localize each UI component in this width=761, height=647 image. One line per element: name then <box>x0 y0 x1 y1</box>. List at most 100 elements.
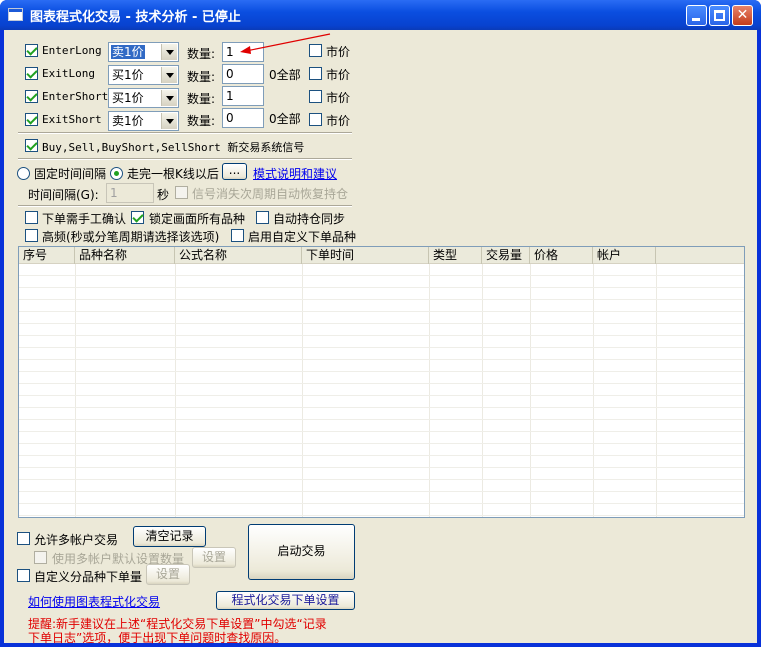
table-grid-hline <box>19 383 744 384</box>
column-header-order-time[interactable]: 下单时间 <box>302 247 429 264</box>
mode-help-link[interactable]: 模式说明和建议 <box>253 165 337 182</box>
table-grid-hline <box>19 407 744 408</box>
new-signal-checkbox[interactable] <box>25 139 38 152</box>
table-grid-hline <box>19 395 744 396</box>
table-grid-hline <box>19 419 744 420</box>
minimize-button[interactable] <box>686 5 707 26</box>
exitlong-market-checkbox[interactable] <box>309 67 322 80</box>
table-grid-hline <box>19 299 744 300</box>
table-body[interactable] <box>19 264 744 517</box>
window-title: 图表程式化交易 - 技术分析 - 已停止 <box>30 10 241 25</box>
exitshort-all-label: 0全部 <box>269 112 301 126</box>
lock-all-label: 锁定画面所有品种 <box>149 212 246 226</box>
ellipsis-button[interactable]: ... <box>222 163 247 180</box>
enterlong-price-value: 卖1价 <box>111 45 145 59</box>
exitlong-price-value: 买1价 <box>112 68 144 82</box>
table-grid-hline <box>19 275 744 276</box>
entershort-price-select[interactable]: 买1价 <box>108 88 179 108</box>
table-grid-hline <box>19 347 744 348</box>
exitshort-qty-input[interactable]: 0 <box>222 108 264 128</box>
column-header-volume[interactable]: 交易量 <box>482 247 530 264</box>
table-grid-hline <box>19 371 744 372</box>
auto-sync-checkbox[interactable] <box>256 211 269 224</box>
exitlong-qty-input[interactable]: 0 <box>222 64 264 84</box>
manual-confirm-checkbox[interactable] <box>25 211 38 224</box>
table-grid-hline <box>19 359 744 360</box>
multi-account-checkbox[interactable] <box>17 532 30 545</box>
new-signal-label: Buy,Sell,BuyShort,SellShort 新交易系统信号 <box>42 141 305 154</box>
table-grid-hline <box>19 455 744 456</box>
close-icon: ✕ <box>736 7 749 23</box>
use-default-qty-checkbox[interactable] <box>34 551 47 564</box>
divider <box>18 132 352 134</box>
enterlong-label: EnterLong <box>42 44 102 57</box>
column-header-symbol[interactable]: 品种名称 <box>75 247 175 264</box>
exitshort-label: ExitShort <box>42 113 102 126</box>
order-settings-button[interactable]: 程式化交易下单设置 <box>216 591 355 610</box>
table-grid-hline <box>19 515 744 516</box>
multi-account-label: 允许多帐户交易 <box>34 533 119 547</box>
enterlong-qty-label: 数量: <box>187 47 216 61</box>
custom-qty-checkbox[interactable] <box>17 569 30 582</box>
interval-input[interactable]: 1 <box>106 183 154 203</box>
app-window: 图表程式化交易 - 技术分析 - 已停止 ✕ EnterLong 卖1价 数量:… <box>0 0 761 647</box>
fixed-interval-label: 固定时间间隔 <box>34 167 107 181</box>
close-button[interactable]: ✕ <box>732 5 753 26</box>
maximize-icon <box>714 10 725 21</box>
title-bar[interactable]: 图表程式化交易 - 技术分析 - 已停止 ✕ <box>0 0 761 30</box>
column-header-price[interactable]: 价格 <box>530 247 593 264</box>
column-header-account[interactable]: 帐户 <box>593 247 656 264</box>
tip-text-line-2: 下单日志”选项，便于出现下单问题时查找原因。 <box>28 631 287 645</box>
exitlong-price-select[interactable]: 买1价 <box>108 65 179 85</box>
chevron-down-icon[interactable] <box>161 67 177 83</box>
minimize-icon <box>692 18 700 21</box>
start-trading-button[interactable]: 启动交易 <box>248 524 355 580</box>
entershort-checkbox[interactable] <box>25 90 38 103</box>
chevron-down-icon[interactable] <box>161 44 177 60</box>
clear-records-button[interactable]: 清空记录 <box>133 526 206 547</box>
interval-label: 时间间隔(G): <box>28 188 99 202</box>
high-freq-checkbox[interactable] <box>25 229 38 242</box>
exitshort-price-select[interactable]: 卖1价 <box>108 111 179 131</box>
chevron-down-icon[interactable] <box>161 90 177 106</box>
order-log-table[interactable]: 序号 品种名称 公式名称 下单时间 类型 交易量 价格 帐户 <box>18 246 745 518</box>
after-kline-radio[interactable] <box>110 167 123 180</box>
seconds-label: 秒 <box>157 188 170 202</box>
custom-qty-label: 自定义分品种下单量 <box>34 570 143 584</box>
annotation-arrow-icon <box>240 33 331 54</box>
after-kline-label: 走完一根K线以后 <box>127 167 219 181</box>
column-header-formula[interactable]: 公式名称 <box>175 247 302 264</box>
divider <box>18 158 352 160</box>
exitshort-market-checkbox[interactable] <box>309 113 322 126</box>
exitlong-checkbox[interactable] <box>25 67 38 80</box>
chevron-down-icon[interactable] <box>161 113 177 129</box>
custom-symbol-checkbox[interactable] <box>231 229 244 242</box>
enterlong-checkbox[interactable] <box>25 44 38 57</box>
column-header-type[interactable]: 类型 <box>429 247 482 264</box>
table-grid-hline <box>19 431 744 432</box>
exitshort-market-label: 市价 <box>326 114 351 128</box>
exitlong-all-label: 0全部 <box>269 68 301 82</box>
settings-button-2[interactable]: 设置 <box>146 564 190 585</box>
entershort-qty-input[interactable]: 1 <box>222 86 264 106</box>
manual-confirm-label: 下单需手工确认 <box>42 212 127 226</box>
column-header-index[interactable]: 序号 <box>19 247 75 264</box>
settings-button-1[interactable]: 设置 <box>192 547 236 568</box>
entershort-price-value: 买1价 <box>112 91 144 105</box>
auto-recover-checkbox[interactable] <box>175 186 188 199</box>
divider <box>18 205 352 207</box>
maximize-button[interactable] <box>709 5 730 26</box>
exitshort-checkbox[interactable] <box>25 113 38 126</box>
exitshort-qty-label: 数量: <box>187 114 216 128</box>
entershort-market-label: 市价 <box>326 91 351 105</box>
entershort-market-checkbox[interactable] <box>309 90 322 103</box>
auto-sync-label: 自动持仓同步 <box>273 212 346 226</box>
dialog-body: EnterLong 卖1价 数量: 1 市价 ExitLong 买1价 数量: … <box>4 30 757 645</box>
howto-link[interactable]: 如何使用图表程式化交易 <box>28 593 160 610</box>
entershort-label: EnterShort <box>42 90 109 103</box>
fixed-interval-radio[interactable] <box>17 167 30 180</box>
table-header: 序号 品种名称 公式名称 下单时间 类型 交易量 价格 帐户 <box>19 247 744 264</box>
enterlong-price-select[interactable]: 卖1价 <box>108 42 179 62</box>
table-grid-hline <box>19 335 744 336</box>
lock-all-checkbox[interactable] <box>131 211 144 224</box>
